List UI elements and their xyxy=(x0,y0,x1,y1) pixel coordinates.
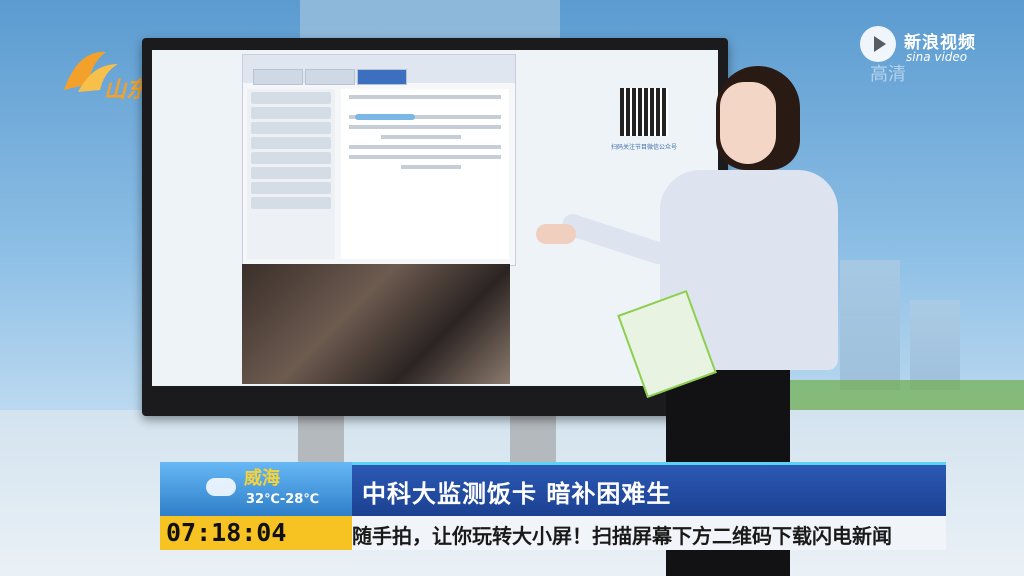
email-line xyxy=(349,105,501,120)
broadcast-clock: 07:18:04 xyxy=(166,518,287,547)
email-line xyxy=(349,95,501,99)
ticker-text: 随手拍，让你玩转大小屏！扫描屏幕下方二维码下载闪电新闻 xyxy=(352,524,892,548)
weather-cloud-icon xyxy=(206,478,236,496)
sidebar-row xyxy=(251,137,331,149)
email-line xyxy=(349,125,501,129)
redacted-address xyxy=(355,114,415,120)
email-tab xyxy=(253,69,303,85)
quality-badge: 高清 xyxy=(870,64,906,85)
presenter-hand xyxy=(536,224,576,244)
sidebar-row xyxy=(251,152,331,164)
qr-caption: 扫码关注节目微信公众号 xyxy=(610,144,677,151)
sidebar-row xyxy=(251,122,331,134)
sidebar-row xyxy=(251,197,331,209)
email-tab xyxy=(357,69,407,85)
sidebar-row xyxy=(251,167,331,179)
sidebar-row xyxy=(251,107,331,119)
sidebar-row xyxy=(251,182,331,194)
email-line xyxy=(349,155,501,159)
background-building xyxy=(910,300,960,390)
background-building xyxy=(840,260,900,390)
email-toolbar xyxy=(243,55,515,85)
email-line xyxy=(381,135,461,139)
scrolling-ticker: 随手拍，让你玩转大小屏！扫描屏幕下方二维码下载闪电新闻 xyxy=(352,516,946,550)
qr-code-icon xyxy=(620,88,668,136)
watermark-brand-sub: sina video xyxy=(906,50,968,64)
email-screenshot xyxy=(242,54,516,266)
news-headline: 中科大监测饭卡 暗补困难生 xyxy=(362,480,672,508)
play-icon xyxy=(860,26,896,62)
email-tab xyxy=(305,69,355,85)
weather-temperature: 32℃-28℃ xyxy=(246,492,320,507)
email-line xyxy=(349,145,501,149)
presenter-face xyxy=(720,82,776,164)
email-sidebar xyxy=(247,89,335,259)
weather-city: 威海 xyxy=(244,468,280,489)
email-line xyxy=(401,165,461,169)
email-body xyxy=(341,89,509,259)
canteen-photo xyxy=(242,264,510,384)
sidebar-row xyxy=(251,92,331,104)
